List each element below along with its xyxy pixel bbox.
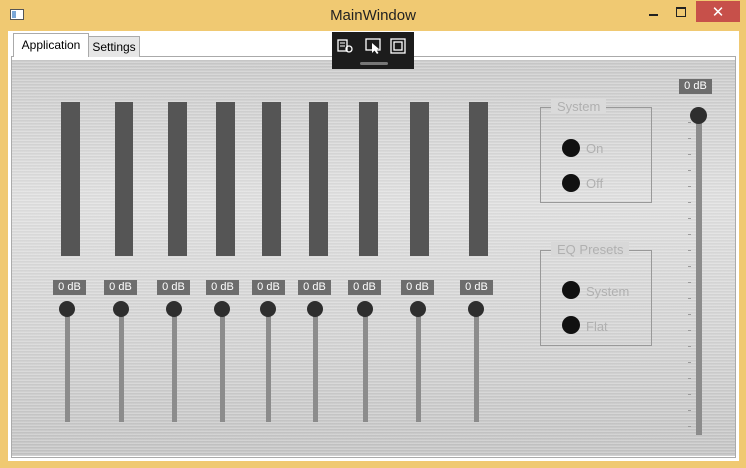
- close-button[interactable]: ✕: [696, 1, 740, 22]
- band-slider-thumb-3[interactable]: [166, 301, 182, 317]
- preset-flat-radio[interactable]: [562, 316, 580, 334]
- band-slider-track-8[interactable]: [416, 310, 421, 422]
- eq-presets-group-title: EQ Presets: [551, 242, 630, 257]
- band-level-label: 0 dB: [206, 280, 239, 295]
- system-off-radio[interactable]: [562, 174, 580, 192]
- preset-system-label: System: [586, 284, 630, 299]
- preset-flat-label: Flat: [586, 319, 608, 334]
- band-slider-thumb-9[interactable]: [468, 301, 484, 317]
- band-slider-track-5[interactable]: [266, 310, 271, 422]
- band-meter-9: [469, 102, 488, 256]
- band-slider-track-1[interactable]: [65, 310, 70, 422]
- band-slider-thumb-1[interactable]: [59, 301, 75, 317]
- band-slider-thumb-6[interactable]: [307, 301, 323, 317]
- band-meter-8: [410, 102, 429, 256]
- window-title: MainWindow: [330, 7, 416, 24]
- select-element-icon[interactable]: [365, 38, 381, 54]
- system-on-label: On: [586, 141, 604, 156]
- band-level-label: 0 dB: [53, 280, 86, 295]
- band-slider-track-4[interactable]: [220, 310, 225, 422]
- band-meter-2: [115, 102, 133, 256]
- debug-overlay-toolbar: [332, 32, 414, 69]
- toolbar-grip[interactable]: [360, 62, 388, 65]
- band-level-label: 0 dB: [252, 280, 285, 295]
- tab-application[interactable]: Application: [13, 33, 89, 57]
- band-slider-track-7[interactable]: [363, 310, 368, 422]
- band-slider-thumb-4[interactable]: [214, 301, 230, 317]
- band-meter-5: [262, 102, 281, 256]
- system-on-radio[interactable]: [562, 139, 580, 157]
- band-slider-track-2[interactable]: [119, 310, 124, 422]
- title-bar[interactable]: MainWindow ✕: [0, 0, 746, 31]
- band-level-label: 0 dB: [348, 280, 381, 295]
- maximize-button[interactable]: [668, 1, 694, 22]
- tab-settings[interactable]: Settings: [88, 36, 140, 57]
- band-meter-4: [216, 102, 235, 256]
- band-level-label: 0 dB: [298, 280, 331, 295]
- band-meter-1: [61, 102, 80, 256]
- master-level-label: 0 dB: [679, 79, 712, 94]
- band-level-label: 0 dB: [401, 280, 434, 295]
- system-group-title: System: [551, 99, 607, 114]
- main-window: MainWindow ✕ Settings Application 0 dB 0…: [0, 0, 746, 468]
- preset-system-radio[interactable]: [562, 281, 580, 299]
- eq-presets-groupbox: EQ Presets System Flat: [540, 242, 652, 346]
- master-slider-thumb[interactable]: [690, 107, 707, 124]
- band-meter-7: [359, 102, 378, 256]
- band-level-label: 0 dB: [157, 280, 190, 295]
- band-meter-6: [309, 102, 328, 256]
- system-off-label: Off: [586, 176, 604, 191]
- band-level-label: 0 dB: [104, 280, 137, 295]
- system-groupbox: System On Off: [540, 99, 652, 203]
- band-slider-track-6[interactable]: [313, 310, 318, 422]
- band-slider-thumb-5[interactable]: [260, 301, 276, 317]
- minimize-button[interactable]: [640, 1, 666, 22]
- master-slider-ticks: [688, 122, 691, 432]
- band-slider-thumb-8[interactable]: [410, 301, 426, 317]
- display-layout-adorners-icon[interactable]: [390, 38, 406, 54]
- band-slider-track-9[interactable]: [474, 310, 479, 422]
- band-slider-thumb-2[interactable]: [113, 301, 129, 317]
- band-slider-thumb-7[interactable]: [357, 301, 373, 317]
- live-visual-tree-icon[interactable]: [337, 38, 353, 54]
- band-level-label: 0 dB: [460, 280, 493, 295]
- band-meter-3: [168, 102, 187, 256]
- band-slider-track-3[interactable]: [172, 310, 177, 422]
- master-slider-track[interactable]: [696, 118, 702, 435]
